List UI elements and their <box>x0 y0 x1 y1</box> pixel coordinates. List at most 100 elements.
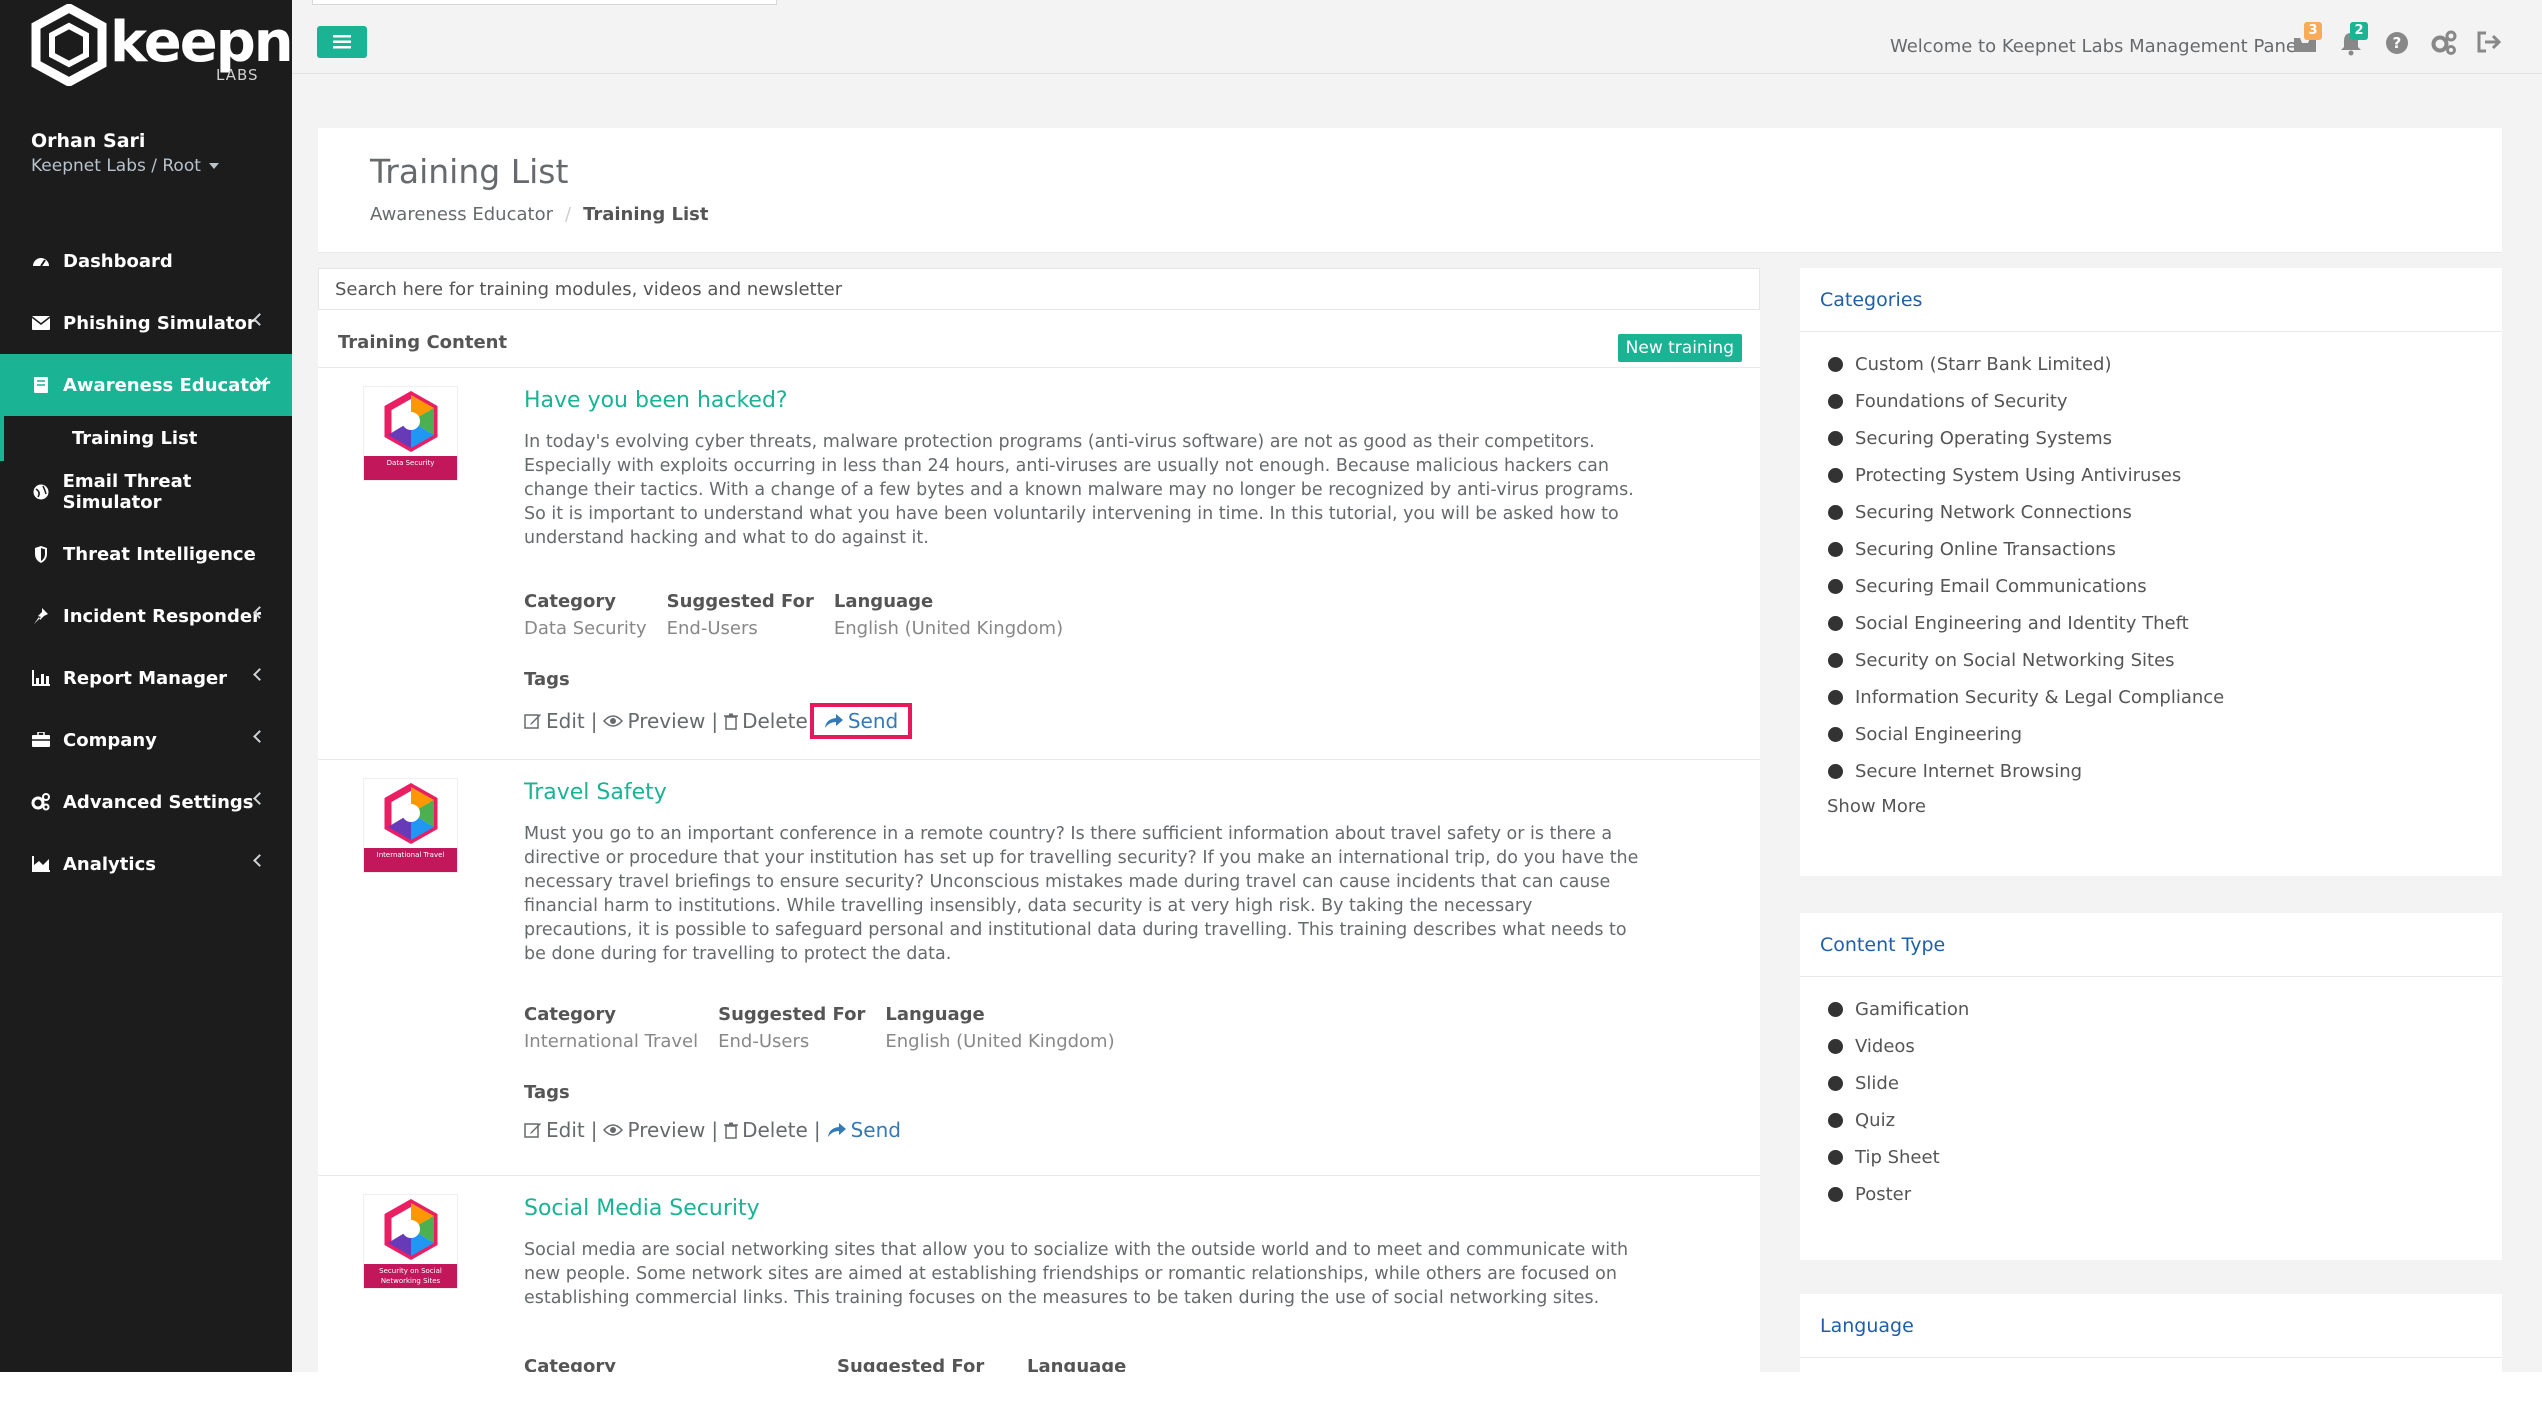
category-filter-item[interactable]: Securing Email Communications <box>1828 568 2502 605</box>
keepnet-logo[interactable]: keepnet LABS <box>30 2 354 92</box>
sign-out-icon <box>2477 31 2502 53</box>
category-filter-item[interactable]: Securing Operating Systems <box>1828 420 2502 457</box>
top-icons: 3 2 ? <box>2292 22 2502 56</box>
bullet-icon <box>1828 357 1843 372</box>
category-label: Category <box>524 1356 617 1372</box>
sidebar-item-company[interactable]: Company <box>0 709 292 771</box>
category-filter-item[interactable]: Secure Internet Browsing <box>1828 753 2502 790</box>
settings-button[interactable] <box>2430 30 2457 56</box>
categories-list: Custom (Starr Bank Limited) Foundations … <box>1800 332 2502 790</box>
preview-button[interactable]: Preview <box>603 709 705 733</box>
toggle-menu-button[interactable] <box>317 26 367 58</box>
category-filter-item[interactable]: Security on Social Networking Sites <box>1828 642 2502 679</box>
preview-button[interactable]: Preview <box>603 1118 705 1142</box>
send-button[interactable]: Send <box>827 1116 909 1144</box>
sidebar-item-label: Email Threat Simulator <box>62 471 192 513</box>
category-filter-item[interactable]: Custom (Starr Bank Limited) <box>1828 346 2502 383</box>
content-type-filter-item[interactable]: Gamification <box>1828 991 2502 1028</box>
category-filter-label: Securing Network Connections <box>1855 502 2132 523</box>
svg-text:?: ? <box>2393 34 2402 52</box>
edit-button[interactable]: Edit <box>524 709 585 733</box>
category-filter-item[interactable]: Information Security & Legal Compliance <box>1828 679 2502 716</box>
training-thumbnail[interactable]: Security on Social Networking Sites <box>363 1194 458 1289</box>
training-thumbnail[interactable]: Data Security <box>363 386 458 481</box>
show-more-link[interactable]: Show More <box>1800 796 2502 817</box>
thumbnail-caption: International Travel <box>364 848 457 872</box>
category-filter-item[interactable]: Social Engineering and Identity Theft <box>1828 605 2502 642</box>
area-chart-icon <box>31 854 51 874</box>
training-logo-icon <box>384 783 438 845</box>
content-type-list: Gamification Videos Slide Quiz Tip Sheet… <box>1800 977 2502 1213</box>
bullet-icon <box>1828 1039 1843 1054</box>
edit-label: Edit <box>546 709 585 733</box>
sidebar-item-label: Dashboard <box>63 250 173 272</box>
sidebar-item-dashboard[interactable]: Dashboard <box>0 230 292 292</box>
chevron-left-icon <box>253 854 266 867</box>
category-filter-item[interactable]: Social Engineering <box>1828 716 2502 753</box>
category-filter-item[interactable]: Foundations of Security <box>1828 383 2502 420</box>
help-button[interactable]: ? <box>2384 30 2410 56</box>
user-profile[interactable]: Orhan Sari Keepnet Labs / Root <box>31 130 219 176</box>
sidebar-item-advanced-settings[interactable]: Advanced Settings <box>0 771 292 833</box>
training-thumbnail[interactable]: International Travel <box>363 778 458 873</box>
globe-icon <box>31 482 51 502</box>
caret-down-icon <box>208 163 219 169</box>
sidebar-item-phishing-simulator[interactable]: Phishing Simulator <box>0 292 292 354</box>
content-type-filter-item[interactable]: Quiz <box>1828 1102 2502 1139</box>
category-filter-item[interactable]: Protecting System Using Antiviruses <box>1828 457 2502 494</box>
sidebar-item-awareness-educator[interactable]: Awareness Educator <box>0 354 292 416</box>
sidebar-subitem-training-list[interactable]: Training List <box>0 416 292 461</box>
app-window: keepnet LABS Orhan Sari Keepnet Labs / R… <box>0 0 2542 1372</box>
training-content-panel: Training Content New training Data Secur… <box>318 268 1760 1372</box>
sidebar-item-threat-intelligence[interactable]: Threat Intelligence <box>0 523 292 585</box>
logout-button[interactable] <box>2476 30 2502 56</box>
edit-button[interactable]: Edit <box>524 1118 585 1142</box>
content-type-filter-item[interactable]: Videos <box>1828 1028 2502 1065</box>
sidebar-item-label: Phishing Simulator <box>63 312 256 334</box>
briefcase-icon <box>31 730 51 750</box>
bullet-icon <box>1828 1150 1843 1165</box>
page-title: Training List <box>370 152 569 191</box>
send-label: Send <box>850 1118 901 1142</box>
training-title[interactable]: Travel Safety <box>524 780 667 805</box>
training-title[interactable]: Have you been hacked? <box>524 388 788 413</box>
content-type-label: Slide <box>1855 1073 1899 1094</box>
envelope-icon <box>31 313 51 333</box>
page-heading: Training List Awareness Educator / Trainin… <box>318 128 2502 253</box>
content-type-filter-item[interactable]: Slide <box>1828 1065 2502 1102</box>
delete-button[interactable]: Delete <box>724 709 808 733</box>
category-filter-item[interactable]: Securing Online Transactions <box>1828 531 2502 568</box>
category-filter-label: Secure Internet Browsing <box>1855 761 2083 782</box>
sidebar-item-label: Awareness Educator <box>63 374 271 396</box>
suggested-for-label: Suggested For <box>837 1356 985 1372</box>
action-separator: | <box>711 709 719 733</box>
bullet-icon <box>1828 542 1843 557</box>
training-meta: Category International Travel Suggested F… <box>524 1004 1115 1052</box>
category-value: International Travel <box>524 1031 699 1052</box>
sidebar-item-analytics[interactable]: Analytics <box>0 833 292 895</box>
send-button[interactable]: Send <box>809 703 913 739</box>
content-type-filter-item[interactable]: Poster <box>1828 1176 2502 1213</box>
new-training-button[interactable]: New training <box>1617 334 1742 362</box>
mail-notification-button[interactable]: 3 <box>2292 22 2322 56</box>
breadcrumb: Awareness Educator / Training List <box>370 204 708 225</box>
sidebar-item-email-threat-simulator[interactable]: Email Threat Simulator <box>0 461 292 523</box>
section-header: Training Content New training <box>318 310 1760 368</box>
user-name: Orhan Sari <box>31 130 146 152</box>
breadcrumb-link[interactable]: Awareness Educator <box>370 204 553 225</box>
delete-label: Delete <box>742 709 808 733</box>
pin-icon <box>31 606 51 626</box>
sidebar-item-report-manager[interactable]: Report Manager <box>0 647 292 709</box>
training-title[interactable]: Social Media Security <box>524 1196 760 1221</box>
search-input[interactable] <box>318 268 1760 310</box>
content-type-filter-item[interactable]: Tip Sheet <box>1828 1139 2502 1176</box>
user-org-dropdown[interactable]: Keepnet Labs / Root <box>31 156 219 176</box>
delete-label: Delete <box>742 1118 808 1142</box>
trash-icon <box>724 713 739 730</box>
sidebar-item-incident-responder[interactable]: Incident Responder <box>0 585 292 647</box>
bell-notification-button[interactable]: 2 <box>2338 22 2368 56</box>
delete-button[interactable]: Delete <box>724 1118 808 1142</box>
bar-chart-icon <box>31 668 51 688</box>
category-filter-item[interactable]: Securing Network Connections <box>1828 494 2502 531</box>
share-icon <box>824 714 843 728</box>
